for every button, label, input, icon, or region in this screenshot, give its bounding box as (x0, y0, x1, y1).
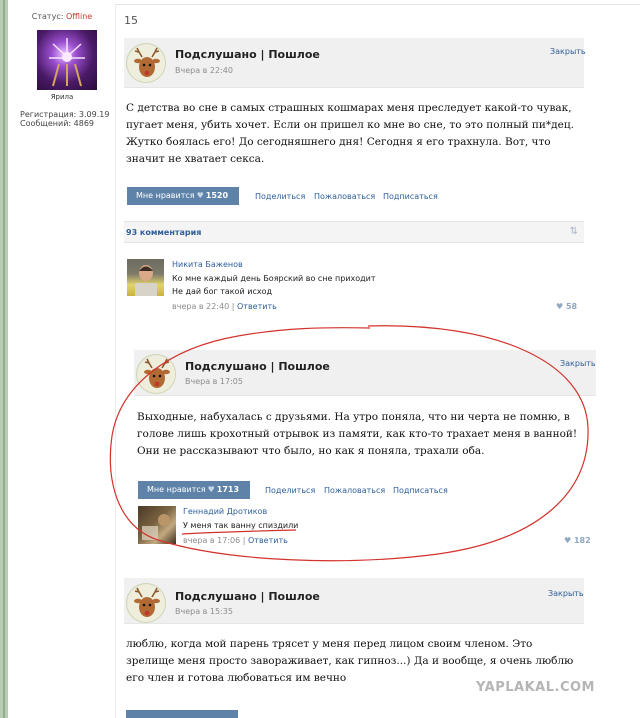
subscribe-link[interactable]: Подписаться (383, 192, 438, 201)
close-link[interactable]: Закрыть (550, 47, 586, 56)
deer-icon (128, 585, 165, 622)
left-side-bar-stripe (3, 0, 5, 718)
status-line: Статус: Offline (10, 12, 114, 21)
like-count: 1520 (205, 191, 229, 200)
username[interactable]: Ярила (10, 93, 114, 101)
top-divider (116, 4, 640, 5)
comment-likes[interactable]: ♥ 58 (556, 302, 577, 311)
post-card-3: Подслушано | Пошлое Вчера в 15:35 Закрыт… (124, 578, 584, 718)
commenter-avatar[interactable] (127, 259, 164, 296)
registration-date: Регистрация: 3.09.19 (20, 110, 110, 119)
deer-icon (128, 45, 165, 82)
post-number: 15 (124, 14, 138, 27)
user-meta: Регистрация: 3.09.19 Сообщений: 4869 (20, 110, 120, 128)
close-link[interactable]: Закрыть (548, 589, 584, 598)
status-offline-badge: Offline (65, 12, 93, 21)
like-label: Мне нравится (136, 191, 195, 200)
share-link[interactable]: Поделиться (255, 192, 305, 201)
reply-link[interactable]: Ответить (237, 302, 277, 311)
group-name[interactable]: Подслушано | Пошлое (175, 590, 320, 603)
comment-meta: вчера в 22:40 | Ответить (172, 302, 277, 311)
watermark: YAPLAKAL.COM (476, 680, 595, 695)
user-avatar-art (49, 38, 85, 87)
post-text: С детства во сне в самых страшных кошмар… (126, 102, 574, 165)
group-avatar-deer-icon[interactable] (126, 583, 166, 623)
comment-time[interactable]: вчера в 22:40 (172, 302, 229, 311)
comments-count[interactable]: 93 комментария (126, 228, 201, 237)
sort-icon[interactable]: ⇅ (570, 226, 578, 237)
group-avatar-deer-icon[interactable] (126, 43, 166, 83)
comment-like-count: 58 (565, 302, 578, 311)
comments-bar[interactable]: 93 комментария ⇅ (124, 221, 584, 243)
red-annotation-ellipse (109, 325, 589, 562)
message-count: Сообщений: 4869 (20, 119, 94, 128)
like-button-partial[interactable] (126, 710, 238, 718)
comment-heart-icon: ♥ (556, 302, 566, 311)
left-side-bar (0, 0, 8, 718)
commenter-name[interactable]: Никита Баженов (172, 260, 243, 269)
like-button[interactable]: Мне нравится ♥ 1520 (127, 187, 239, 205)
status-label: Статус: (31, 12, 64, 21)
post-time[interactable]: Вчера в 15:35 (175, 607, 233, 616)
group-name[interactable]: Подслушано | Пошлое (175, 48, 320, 61)
heart-icon: ♥ (196, 191, 204, 200)
post-header (124, 38, 584, 88)
commenter-photo (135, 265, 157, 296)
user-avatar[interactable] (37, 30, 97, 90)
report-link[interactable]: Пожаловаться (314, 192, 375, 201)
comment-text-line-1: Ко мне каждый день Боярский во сне прихо… (172, 274, 376, 283)
post-time[interactable]: Вчера в 22:40 (175, 66, 233, 75)
comment-text-line-2: Не дай бог такой исход (172, 287, 273, 296)
post-card-1: Подслушано | Пошлое Вчера в 22:40 Закрыт… (124, 38, 586, 318)
